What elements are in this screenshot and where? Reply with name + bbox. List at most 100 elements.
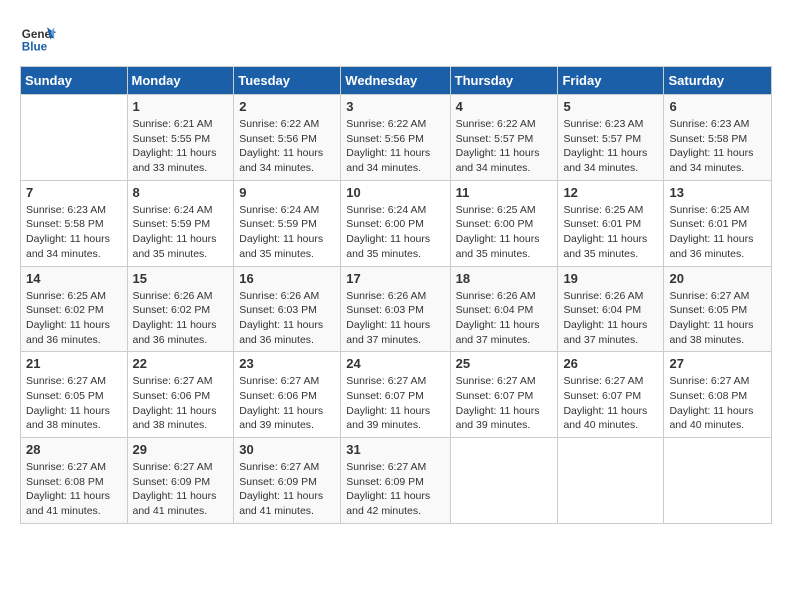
cell-5-6 [558, 438, 664, 524]
day-info: Sunrise: 6:24 AM Sunset: 6:00 PM Dayligh… [346, 203, 444, 262]
cell-2-6: 12 Sunrise: 6:25 AM Sunset: 6:01 PM Dayli… [558, 180, 664, 266]
cell-2-5: 11 Sunrise: 6:25 AM Sunset: 6:00 PM Dayli… [450, 180, 558, 266]
day-number: 19 [563, 271, 658, 286]
day-info: Sunrise: 6:25 AM Sunset: 6:01 PM Dayligh… [669, 203, 766, 262]
col-header-thursday: Thursday [450, 67, 558, 95]
day-info: Sunrise: 6:27 AM Sunset: 6:07 PM Dayligh… [563, 374, 658, 433]
day-info: Sunrise: 6:24 AM Sunset: 5:59 PM Dayligh… [239, 203, 335, 262]
day-number: 10 [346, 185, 444, 200]
day-info: Sunrise: 6:23 AM Sunset: 5:57 PM Dayligh… [563, 117, 658, 176]
day-info: Sunrise: 6:26 AM Sunset: 6:03 PM Dayligh… [346, 289, 444, 348]
day-number: 8 [133, 185, 229, 200]
day-info: Sunrise: 6:27 AM Sunset: 6:08 PM Dayligh… [26, 460, 122, 519]
logo: General Blue [20, 20, 60, 56]
cell-5-7 [664, 438, 772, 524]
day-info: Sunrise: 6:27 AM Sunset: 6:06 PM Dayligh… [133, 374, 229, 433]
svg-text:Blue: Blue [22, 41, 48, 54]
col-header-sunday: Sunday [21, 67, 128, 95]
day-info: Sunrise: 6:27 AM Sunset: 6:06 PM Dayligh… [239, 374, 335, 433]
day-number: 2 [239, 99, 335, 114]
cell-4-6: 26 Sunrise: 6:27 AM Sunset: 6:07 PM Dayli… [558, 352, 664, 438]
cell-2-3: 9 Sunrise: 6:24 AM Sunset: 5:59 PM Daylig… [234, 180, 341, 266]
cell-1-3: 2Sunrise: 6:22 AM Sunset: 5:56 PM Daylig… [234, 95, 341, 181]
day-info: Sunrise: 6:23 AM Sunset: 5:58 PM Dayligh… [26, 203, 122, 262]
cell-2-1: 7 Sunrise: 6:23 AM Sunset: 5:58 PM Daylig… [21, 180, 128, 266]
day-number: 15 [133, 271, 229, 286]
col-header-tuesday: Tuesday [234, 67, 341, 95]
page-header: General Blue [20, 20, 772, 56]
day-number: 13 [669, 185, 766, 200]
day-info: Sunrise: 6:25 AM Sunset: 6:02 PM Dayligh… [26, 289, 122, 348]
day-number: 17 [346, 271, 444, 286]
week-row-5: 28 Sunrise: 6:27 AM Sunset: 6:08 PM Dayli… [21, 438, 772, 524]
day-info: Sunrise: 6:27 AM Sunset: 6:07 PM Dayligh… [456, 374, 553, 433]
day-info: Sunrise: 6:26 AM Sunset: 6:03 PM Dayligh… [239, 289, 335, 348]
day-number: 27 [669, 356, 766, 371]
day-info: Sunrise: 6:26 AM Sunset: 6:04 PM Dayligh… [563, 289, 658, 348]
day-number: 28 [26, 442, 122, 457]
day-info: Sunrise: 6:27 AM Sunset: 6:09 PM Dayligh… [133, 460, 229, 519]
week-row-4: 21Sunrise: 6:27 AM Sunset: 6:05 PM Dayli… [21, 352, 772, 438]
day-info: Sunrise: 6:24 AM Sunset: 5:59 PM Dayligh… [133, 203, 229, 262]
day-info: Sunrise: 6:27 AM Sunset: 6:07 PM Dayligh… [346, 374, 444, 433]
cell-4-5: 25 Sunrise: 6:27 AM Sunset: 6:07 PM Dayli… [450, 352, 558, 438]
day-number: 6 [669, 99, 766, 114]
day-number: 31 [346, 442, 444, 457]
cell-1-7: 6 Sunrise: 6:23 AM Sunset: 5:58 PM Daylig… [664, 95, 772, 181]
cell-1-6: 5 Sunrise: 6:23 AM Sunset: 5:57 PM Daylig… [558, 95, 664, 181]
cell-3-7: 20Sunrise: 6:27 AM Sunset: 6:05 PM Dayli… [664, 266, 772, 352]
col-header-wednesday: Wednesday [341, 67, 450, 95]
day-info: Sunrise: 6:23 AM Sunset: 5:58 PM Dayligh… [669, 117, 766, 176]
day-number: 30 [239, 442, 335, 457]
day-number: 23 [239, 356, 335, 371]
day-info: Sunrise: 6:27 AM Sunset: 6:09 PM Dayligh… [346, 460, 444, 519]
cell-1-4: 3 Sunrise: 6:22 AM Sunset: 5:56 PM Daylig… [341, 95, 450, 181]
day-number: 11 [456, 185, 553, 200]
day-number: 9 [239, 185, 335, 200]
day-number: 14 [26, 271, 122, 286]
day-number: 7 [26, 185, 122, 200]
cell-5-4: 31 Sunrise: 6:27 AM Sunset: 6:09 PM Dayli… [341, 438, 450, 524]
cell-3-4: 17 Sunrise: 6:26 AM Sunset: 6:03 PM Dayli… [341, 266, 450, 352]
cell-3-3: 16 Sunrise: 6:26 AM Sunset: 6:03 PM Dayli… [234, 266, 341, 352]
cell-4-1: 21Sunrise: 6:27 AM Sunset: 6:05 PM Dayli… [21, 352, 128, 438]
day-number: 5 [563, 99, 658, 114]
cell-3-6: 19 Sunrise: 6:26 AM Sunset: 6:04 PM Dayli… [558, 266, 664, 352]
cell-1-1 [21, 95, 128, 181]
cell-5-2: 29 Sunrise: 6:27 AM Sunset: 6:09 PM Dayli… [127, 438, 234, 524]
week-row-1: 1 Sunrise: 6:21 AM Sunset: 5:55 PM Daylig… [21, 95, 772, 181]
day-number: 29 [133, 442, 229, 457]
col-header-saturday: Saturday [664, 67, 772, 95]
day-info: Sunrise: 6:22 AM Sunset: 5:56 PM Dayligh… [346, 117, 444, 176]
day-info: Sunrise: 6:26 AM Sunset: 6:02 PM Dayligh… [133, 289, 229, 348]
day-number: 12 [563, 185, 658, 200]
cell-1-2: 1 Sunrise: 6:21 AM Sunset: 5:55 PM Daylig… [127, 95, 234, 181]
cell-2-7: 13 Sunrise: 6:25 AM Sunset: 6:01 PM Dayli… [664, 180, 772, 266]
cell-4-2: 22 Sunrise: 6:27 AM Sunset: 6:06 PM Dayli… [127, 352, 234, 438]
cell-3-5: 18Sunrise: 6:26 AM Sunset: 6:04 PM Dayli… [450, 266, 558, 352]
cell-3-1: 14 Sunrise: 6:25 AM Sunset: 6:02 PM Dayli… [21, 266, 128, 352]
day-number: 25 [456, 356, 553, 371]
day-number: 20 [669, 271, 766, 286]
cell-5-1: 28 Sunrise: 6:27 AM Sunset: 6:08 PM Dayli… [21, 438, 128, 524]
cell-1-5: 4 Sunrise: 6:22 AM Sunset: 5:57 PM Daylig… [450, 95, 558, 181]
cell-2-2: 8 Sunrise: 6:24 AM Sunset: 5:59 PM Daylig… [127, 180, 234, 266]
day-number: 22 [133, 356, 229, 371]
day-info: Sunrise: 6:22 AM Sunset: 5:57 PM Dayligh… [456, 117, 553, 176]
cell-5-5 [450, 438, 558, 524]
day-info: Sunrise: 6:21 AM Sunset: 5:55 PM Dayligh… [133, 117, 229, 176]
calendar-table: SundayMondayTuesdayWednesdayThursdayFrid… [20, 66, 772, 524]
day-number: 26 [563, 356, 658, 371]
cell-3-2: 15 Sunrise: 6:26 AM Sunset: 6:02 PM Dayli… [127, 266, 234, 352]
day-number: 21 [26, 356, 122, 371]
day-info: Sunrise: 6:25 AM Sunset: 6:01 PM Dayligh… [563, 203, 658, 262]
day-number: 18 [456, 271, 553, 286]
day-info: Sunrise: 6:25 AM Sunset: 6:00 PM Dayligh… [456, 203, 553, 262]
day-number: 16 [239, 271, 335, 286]
day-number: 1 [133, 99, 229, 114]
day-number: 3 [346, 99, 444, 114]
day-info: Sunrise: 6:27 AM Sunset: 6:08 PM Dayligh… [669, 374, 766, 433]
cell-4-3: 23 Sunrise: 6:27 AM Sunset: 6:06 PM Dayli… [234, 352, 341, 438]
day-number: 4 [456, 99, 553, 114]
week-row-3: 14 Sunrise: 6:25 AM Sunset: 6:02 PM Dayli… [21, 266, 772, 352]
